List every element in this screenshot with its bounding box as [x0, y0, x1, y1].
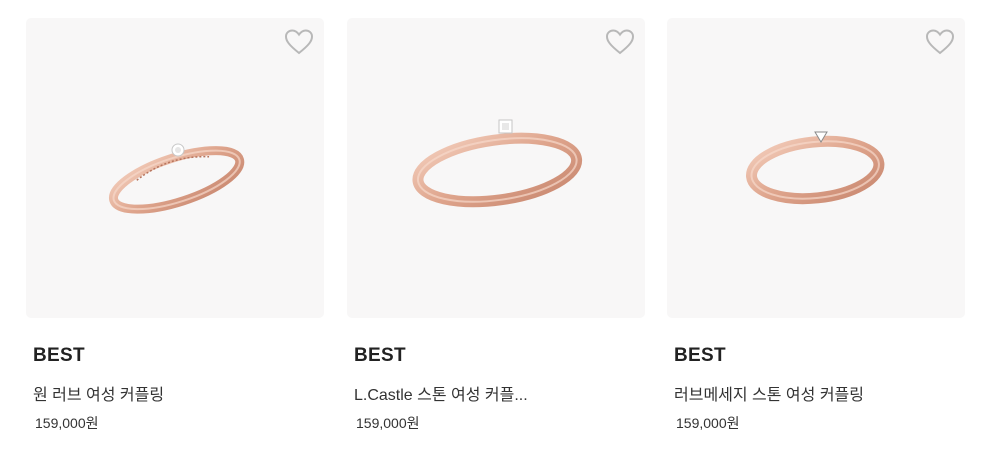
product-card[interactable]: BEST 러브메세지 스톤 여성 커플링 159,000원	[667, 18, 965, 432]
product-name[interactable]: 원 러브 여성 커플링	[33, 386, 293, 406]
product-image[interactable]	[347, 18, 645, 318]
ring-image	[745, 131, 885, 205]
heart-outline-icon[interactable]	[605, 28, 635, 56]
heart-outline-icon[interactable]	[284, 28, 314, 56]
product-price: 159,000원	[676, 415, 740, 431]
product-name[interactable]: 러브메세지 스톤 여성 커플링	[674, 386, 934, 406]
product-price: 159,000원	[35, 415, 99, 431]
product-name[interactable]: L.Castle 스톤 여성 커플...	[354, 386, 614, 406]
product-price: 159,000원	[356, 415, 420, 431]
ring-image	[108, 143, 245, 214]
ring-image	[412, 119, 583, 208]
product-card[interactable]: BEST 원 러브 여성 커플링 159,000원	[26, 18, 324, 432]
best-badge: BEST	[354, 345, 406, 366]
product-card[interactable]: BEST L.Castle 스톤 여성 커플... 159,000원	[347, 18, 645, 432]
heart-outline-icon[interactable]	[925, 28, 955, 56]
best-badge: BEST	[674, 345, 726, 366]
product-grid: BEST 원 러브 여성 커플링 159,000원 BEST L.Castle …	[0, 0, 987, 464]
product-image[interactable]	[26, 18, 324, 318]
product-image[interactable]	[667, 18, 965, 318]
best-badge: BEST	[33, 345, 85, 366]
